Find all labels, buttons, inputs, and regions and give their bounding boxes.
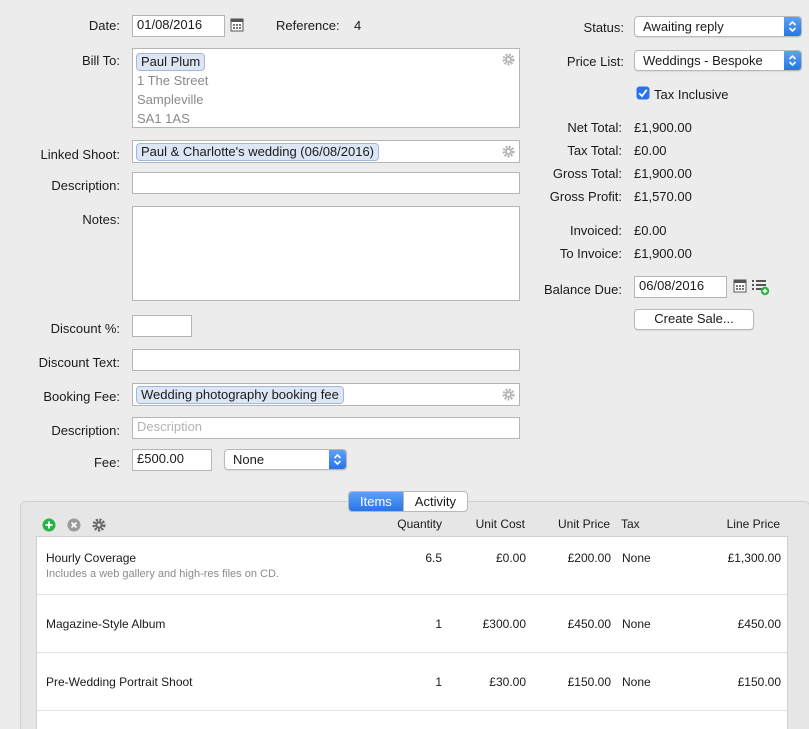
item-line-price: £450.00 [737,617,781,631]
price-list-popup[interactable]: Weddings - Bespoke [634,50,802,71]
gross-total-label: Gross Total: [552,166,622,181]
bill-to-field[interactable]: Paul Plum 1 The Street Sampleville SA1 1… [132,48,520,128]
gear-icon[interactable] [92,518,106,532]
bill-to-address-line: 1 The Street [137,73,209,88]
tax-total-label: Tax Total: [567,143,622,158]
discount-text-label: Discount Text: [38,355,120,370]
tax-total-value: £0.00 [634,143,667,158]
calendar-icon[interactable] [733,278,747,293]
bill-to-address-line: Sampleville [137,92,204,107]
column-header-unit-cost[interactable]: Unit Cost [455,517,525,531]
item-name: Pre-Wedding Portrait Shoot [46,675,193,689]
booking-fee-token[interactable]: Wedding photography booking fee [136,386,344,404]
description-label: Description: [51,178,120,193]
gear-icon[interactable] [502,53,515,66]
item-unit-price: £200.00 [567,551,611,565]
gross-profit-label: Gross Profit: [549,189,622,204]
gear-icon[interactable] [502,388,515,401]
gross-total-value: £1,900.00 [634,166,692,181]
date-label: Date: [88,18,120,33]
fee-description-field[interactable]: Description [132,417,520,439]
tab-bar: Items Activity [348,491,468,512]
net-total-value: £1,900.00 [634,120,692,135]
item-unit-price: £450.00 [567,617,611,631]
status-popup[interactable]: Awaiting reply [634,16,802,37]
item-unit-price: £150.00 [567,675,611,689]
item-quantity: 1 [435,617,442,631]
fee-description-label: Description: [51,423,120,438]
table-row[interactable]: Pre-Wedding Portrait Shoot 1 £30.00 £150… [37,653,787,711]
reference-value: 4 [354,18,362,33]
linked-shoot-field[interactable]: Paul & Charlotte's wedding (06/08/2016) [132,140,520,163]
popup-arrows-icon [329,450,346,469]
tax-inclusive-label[interactable]: Tax Inclusive [654,87,728,102]
item-tax: None [622,617,651,631]
item-name: Hourly Coverage [46,551,137,565]
item-line-price: £1,300.00 [727,551,781,565]
popup-arrows-icon [784,51,801,70]
bill-to-address-line: SA1 1AS [137,111,190,126]
fee-field[interactable]: £500.00 [132,449,212,471]
balance-due-label: Balance Due: [543,282,622,297]
create-sale-button[interactable]: Create Sale... [634,309,754,330]
fee-tax-popup[interactable]: None [224,449,347,470]
discount-pct-label: Discount %: [50,321,120,336]
calendar-icon[interactable] [230,17,244,32]
invoiced-value: £0.00 [634,223,667,238]
booking-fee-field[interactable]: Wedding photography booking fee [132,383,520,406]
booking-fee-label: Booking Fee: [43,389,120,404]
notes-field[interactable] [132,206,520,301]
date-field[interactable]: 01/08/2016 [132,15,225,37]
item-unit-cost: £30.00 [489,675,526,689]
net-total-label: Net Total: [567,120,622,135]
notes-label: Notes: [82,212,120,227]
tab-activity[interactable]: Activity [402,492,467,511]
fee-label: Fee: [93,455,120,470]
reference-label: Reference: [276,18,340,33]
column-header-tax[interactable]: Tax [621,517,640,531]
item-line-price: £150.00 [737,675,781,689]
description-field[interactable] [132,172,520,194]
gross-profit-value: £1,570.00 [634,189,692,204]
to-invoice-value: £1,900.00 [634,246,692,261]
bill-to-contact-token[interactable]: Paul Plum [136,53,206,71]
items-table: Hourly Coverage Includes a web gallery a… [36,536,788,729]
table-row[interactable]: Magazine-Style Album 1 £300.00 £450.00 N… [37,595,787,653]
item-quantity: 1 [435,675,442,689]
list-add-icon[interactable] [752,279,770,296]
item-quantity: 6.5 [425,551,442,565]
column-header-line-price[interactable]: Line Price [700,517,780,531]
column-header-quantity[interactable]: Quantity [380,517,442,531]
popup-arrows-icon [784,17,801,36]
balance-due-field[interactable]: 06/08/2016 [634,276,727,298]
checkbox-checked-icon[interactable] [636,86,650,100]
linked-shoot-token[interactable]: Paul & Charlotte's wedding (06/08/2016) [136,143,380,161]
tab-items[interactable]: Items [349,492,403,511]
table-row[interactable]: Hourly Coverage Includes a web gallery a… [37,537,787,595]
discount-text-field[interactable] [132,349,520,371]
item-tax: None [622,551,651,565]
to-invoice-label: To Invoice: [559,246,622,261]
add-icon[interactable] [42,518,56,532]
item-tax: None [622,675,651,689]
remove-icon[interactable] [67,518,81,532]
column-header-unit-price[interactable]: Unit Price [540,517,610,531]
linked-shoot-label: Linked Shoot: [40,147,120,162]
status-label: Status: [583,20,624,35]
item-unit-cost: £0.00 [495,551,526,565]
bill-to-label: Bill To: [81,53,120,68]
discount-pct-field[interactable] [132,315,192,337]
item-name: Magazine-Style Album [46,617,166,631]
invoiced-label: Invoiced: [569,223,622,238]
price-list-label: Price List: [566,54,624,69]
item-detail: Includes a web gallery and high-res file… [46,568,279,580]
item-unit-cost: £300.00 [482,617,526,631]
